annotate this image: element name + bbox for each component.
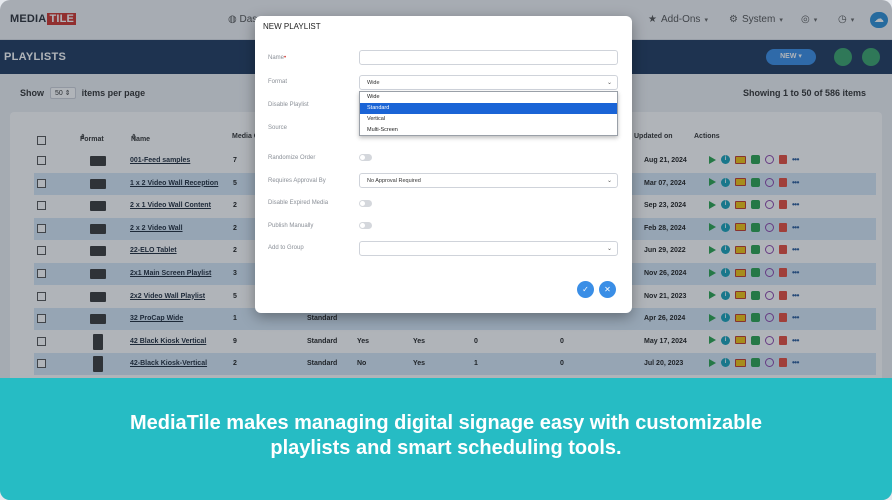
check-icon: ✓ (582, 285, 589, 294)
approval-select-value: No Approval Required (367, 178, 421, 184)
format-option[interactable]: Vertical (360, 114, 617, 125)
promo-line-2: playlists and smart scheduling tools. (270, 437, 622, 459)
approval-select[interactable]: No Approval Required ⌄ (359, 173, 618, 188)
name-label-text: Name (268, 55, 285, 61)
source-label: Source (268, 125, 288, 131)
group-select[interactable]: ⌄ (359, 241, 618, 256)
confirm-button[interactable]: ✓ (577, 281, 594, 298)
chevron-down-icon: ⌄ (606, 80, 612, 86)
format-select[interactable]: Wide ⌄ (359, 75, 618, 90)
format-dropdown-list: Wide Standard Vertical Multi-Screen (359, 91, 618, 136)
publish-manually-toggle[interactable] (359, 222, 372, 229)
format-option[interactable]: Wide (360, 92, 617, 103)
new-playlist-dialog: NEW PLAYLIST Name• Format Wide ⌄ Wide St… (255, 16, 632, 313)
publish-manually-label: Publish Manually (268, 223, 314, 229)
chevron-down-icon: ⌄ (606, 178, 612, 184)
randomize-label: Randomize Order (268, 155, 316, 161)
app-frame: MEDIA TILE ◍ Das ★ Add-Ons ▾ ⚙ System ▾ … (0, 0, 892, 500)
dialog-title: NEW PLAYLIST (263, 22, 321, 31)
expired-media-label: Disable Expired Media (268, 200, 329, 206)
disable-playlist-label: Disable Playlist (268, 102, 309, 108)
required-marker: • (284, 55, 287, 61)
randomize-toggle[interactable] (359, 154, 372, 161)
close-icon: ✕ (604, 285, 611, 294)
promo-text: MediaTile makes managing digital signage… (0, 411, 892, 461)
promo-banner: MediaTile makes managing digital signage… (0, 378, 892, 500)
group-label: Add to Group (268, 245, 304, 251)
name-label: Name• (268, 55, 286, 61)
promo-line-1: MediaTile makes managing digital signage… (129, 412, 763, 434)
format-select-value: Wide (367, 80, 380, 86)
format-label: Format (268, 79, 288, 85)
approval-label: Requires Approval By (268, 178, 326, 184)
format-option[interactable]: Standard (360, 103, 617, 114)
format-option[interactable]: Multi-Screen (360, 125, 617, 136)
cancel-button[interactable]: ✕ (599, 281, 616, 298)
name-input[interactable] (359, 50, 618, 65)
chevron-down-icon: ⌄ (606, 246, 612, 252)
expired-media-toggle[interactable] (359, 200, 372, 207)
